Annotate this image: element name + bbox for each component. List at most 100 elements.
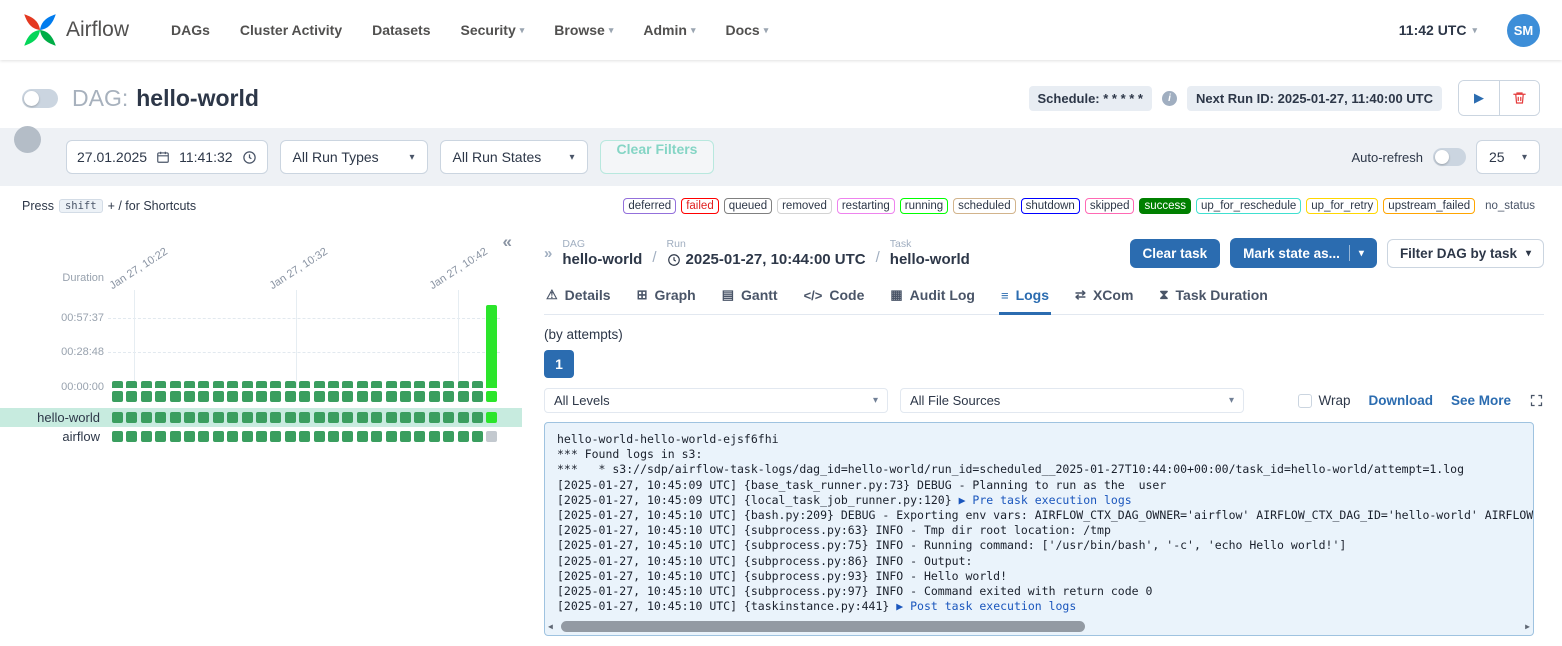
run-state-square[interactable] bbox=[299, 391, 310, 402]
run-state-square[interactable] bbox=[443, 391, 454, 402]
task-state-square[interactable] bbox=[400, 431, 411, 442]
duration-bar[interactable] bbox=[299, 381, 310, 388]
task-state-square[interactable] bbox=[299, 412, 310, 423]
task-state-square[interactable] bbox=[371, 412, 382, 423]
duration-bar[interactable] bbox=[472, 381, 483, 388]
run-state-square[interactable] bbox=[198, 391, 209, 402]
filter-dag-by-task-button[interactable]: Filter DAG by task ▾ bbox=[1387, 239, 1544, 268]
task-state-square[interactable] bbox=[414, 431, 425, 442]
nav-item-browse[interactable]: Browse▾ bbox=[554, 22, 613, 38]
task-state-square[interactable] bbox=[198, 431, 209, 442]
task-state-square[interactable] bbox=[443, 431, 454, 442]
run-state-square[interactable] bbox=[314, 391, 325, 402]
task-state-square[interactable] bbox=[112, 412, 123, 423]
task-state-square[interactable] bbox=[314, 412, 325, 423]
run-state-square[interactable] bbox=[357, 391, 368, 402]
task-state-square[interactable] bbox=[314, 431, 325, 442]
task-state-square[interactable] bbox=[486, 412, 497, 423]
run-state-square[interactable] bbox=[141, 391, 152, 402]
task-state-square[interactable] bbox=[126, 431, 137, 442]
run-state-square[interactable] bbox=[486, 391, 497, 402]
duration-bar[interactable] bbox=[270, 381, 281, 388]
duration-bar[interactable] bbox=[242, 381, 253, 388]
breadcrumb-dag-value[interactable]: hello-world bbox=[562, 251, 642, 268]
task-state-square[interactable] bbox=[285, 412, 296, 423]
run-state-square[interactable] bbox=[270, 391, 281, 402]
task-state-square[interactable] bbox=[184, 431, 195, 442]
task-state-square[interactable] bbox=[141, 431, 152, 442]
tab-xcom[interactable]: ⇄XCom bbox=[1073, 278, 1135, 315]
task-state-square[interactable] bbox=[270, 412, 281, 423]
run-state-square[interactable] bbox=[213, 391, 224, 402]
nav-item-cluster-activity[interactable]: Cluster Activity bbox=[240, 22, 342, 38]
task-state-square[interactable] bbox=[141, 412, 152, 423]
mark-state-button[interactable]: Mark state as... ▾ bbox=[1230, 238, 1377, 268]
duration-bar[interactable] bbox=[371, 381, 382, 388]
duration-bar[interactable] bbox=[458, 381, 469, 388]
breadcrumb-run-value[interactable]: 2025-01-27, 10:44:00 UTC bbox=[667, 251, 866, 268]
tab-gantt[interactable]: ▤Gantt bbox=[720, 278, 780, 315]
task-state-square[interactable] bbox=[472, 412, 483, 423]
collapse-filters-button[interactable] bbox=[14, 126, 41, 153]
task-state-square[interactable] bbox=[386, 412, 397, 423]
log-link[interactable]: ▶ Pre task execution logs bbox=[959, 493, 1132, 507]
task-state-square[interactable] bbox=[328, 431, 339, 442]
datetime-filter-input[interactable]: 27.01.2025 11:41:32 bbox=[66, 140, 268, 174]
run-state-square[interactable] bbox=[242, 391, 253, 402]
task-state-square[interactable] bbox=[400, 412, 411, 423]
run-state-square[interactable] bbox=[285, 391, 296, 402]
tab-audit-log[interactable]: ▦Audit Log bbox=[888, 278, 977, 315]
duration-bar[interactable] bbox=[357, 381, 368, 388]
task-state-square[interactable] bbox=[357, 412, 368, 423]
attempt-1-button[interactable]: 1 bbox=[544, 350, 574, 378]
task-state-square[interactable] bbox=[458, 431, 469, 442]
duration-bar[interactable] bbox=[314, 381, 325, 388]
run-state-square[interactable] bbox=[256, 391, 267, 402]
brand[interactable]: Airflow bbox=[22, 12, 129, 48]
duration-bar[interactable] bbox=[256, 381, 267, 388]
run-state-square[interactable] bbox=[371, 391, 382, 402]
task-state-square[interactable] bbox=[256, 431, 267, 442]
task-state-square[interactable] bbox=[227, 431, 238, 442]
run-state-square[interactable] bbox=[458, 391, 469, 402]
avatar[interactable]: SM bbox=[1507, 14, 1540, 47]
fullscreen-icon[interactable] bbox=[1529, 393, 1544, 408]
duration-bar[interactable] bbox=[414, 381, 425, 388]
run-state-square[interactable] bbox=[328, 391, 339, 402]
scroll-right-icon[interactable]: ▶ bbox=[1525, 621, 1530, 632]
run-state-square[interactable] bbox=[414, 391, 425, 402]
timezone-dropdown[interactable]: 11:42 UTC ▾ bbox=[1399, 22, 1477, 38]
duration-bar[interactable] bbox=[400, 381, 411, 388]
task-state-square[interactable] bbox=[328, 412, 339, 423]
auto-refresh-toggle[interactable] bbox=[1433, 148, 1466, 166]
task-state-square[interactable] bbox=[184, 412, 195, 423]
tab-task-duration[interactable]: ⧗Task Duration bbox=[1157, 278, 1269, 315]
dag-pause-toggle[interactable] bbox=[22, 89, 58, 108]
expand-grid-icon[interactable]: » bbox=[544, 245, 552, 262]
task-state-square[interactable] bbox=[155, 412, 166, 423]
task-state-square[interactable] bbox=[299, 431, 310, 442]
task-state-square[interactable] bbox=[270, 431, 281, 442]
tab-details[interactable]: ⚠Details bbox=[544, 278, 613, 315]
duration-bar[interactable] bbox=[328, 381, 339, 388]
nav-item-datasets[interactable]: Datasets bbox=[372, 22, 430, 38]
task-state-square[interactable] bbox=[242, 431, 253, 442]
task-state-square[interactable] bbox=[170, 412, 181, 423]
download-link[interactable]: Download bbox=[1368, 393, 1433, 408]
tab-logs[interactable]: ≡Logs bbox=[999, 278, 1051, 315]
checkbox-box[interactable] bbox=[1298, 394, 1312, 408]
duration-bar[interactable] bbox=[198, 381, 209, 388]
task-state-square[interactable] bbox=[242, 412, 253, 423]
task-state-square[interactable] bbox=[256, 412, 267, 423]
page-size-select[interactable]: 25 ▾ bbox=[1476, 140, 1540, 174]
nav-item-security[interactable]: Security▾ bbox=[460, 22, 524, 38]
task-state-square[interactable] bbox=[227, 412, 238, 423]
log-levels-select[interactable]: All Levels ▾ bbox=[544, 388, 888, 413]
task-state-square[interactable] bbox=[414, 412, 425, 423]
run-states-select[interactable]: All Run States ▾ bbox=[440, 140, 588, 174]
duration-bar[interactable] bbox=[155, 381, 166, 388]
file-sources-select[interactable]: All File Sources ▾ bbox=[900, 388, 1244, 413]
duration-bar[interactable] bbox=[126, 381, 137, 388]
task-state-square[interactable] bbox=[342, 431, 353, 442]
task-state-square[interactable] bbox=[429, 412, 440, 423]
